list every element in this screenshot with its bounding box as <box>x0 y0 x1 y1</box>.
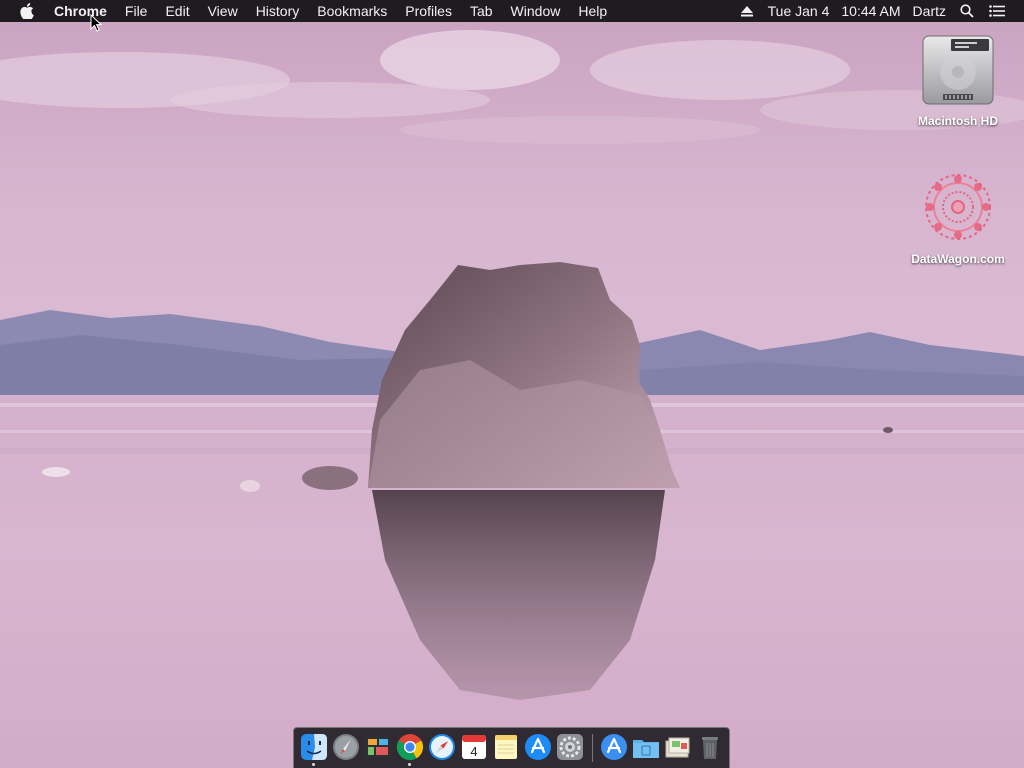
dock-item-trash[interactable] <box>696 733 724 761</box>
notes-icon <box>495 735 517 759</box>
downloads-stack-icon <box>665 737 690 758</box>
menu-user[interactable]: Dartz <box>907 0 952 22</box>
dock: 4 <box>293 727 730 768</box>
finder-icon <box>301 734 327 760</box>
desktop-icon-datawagon[interactable]: DataWagon.com <box>898 168 1018 266</box>
dock-item-applications[interactable] <box>600 733 628 761</box>
hard-drive-icon <box>919 30 997 108</box>
desktop-icon-macintosh-hd[interactable]: Macintosh HD <box>898 30 1018 128</box>
dock-item-calendar[interactable]: 4 <box>460 733 488 761</box>
menu-tab[interactable]: Tab <box>461 0 502 22</box>
running-indicator <box>312 763 315 766</box>
menu-bar: Chrome File Edit View History Bookmarks … <box>0 0 1024 22</box>
calendar-icon: 4 <box>462 735 486 759</box>
chrome-icon <box>396 734 424 761</box>
dock-item-safari[interactable] <box>428 733 456 761</box>
menu-history[interactable]: History <box>247 0 309 22</box>
dock-item-launchpad[interactable] <box>332 733 360 761</box>
apple-icon[interactable] <box>16 0 38 22</box>
safari-icon <box>429 734 455 760</box>
launchpad-icon <box>333 734 359 760</box>
menu-help[interactable]: Help <box>569 0 616 22</box>
dock-item-documents[interactable] <box>632 733 660 761</box>
desktop-icon-label: DataWagon.com <box>911 252 1005 266</box>
dock-item-chrome[interactable] <box>396 733 424 761</box>
menu-edit[interactable]: Edit <box>156 0 198 22</box>
spotlight-search-icon[interactable] <box>958 0 976 22</box>
dock-item-app-store[interactable] <box>524 733 552 761</box>
eject-icon[interactable] <box>738 0 756 22</box>
desktop-icon-label: Macintosh HD <box>917 114 998 128</box>
menu-bookmarks[interactable]: Bookmarks <box>308 0 396 22</box>
dock-item-finder[interactable] <box>300 733 328 761</box>
menu-profiles[interactable]: Profiles <box>396 0 461 22</box>
trash-icon <box>702 737 718 759</box>
mandala-icon <box>919 168 997 246</box>
dock-item-notes[interactable] <box>492 733 520 761</box>
mouse-pointer-icon <box>90 14 102 32</box>
menu-date[interactable]: Tue Jan 4 <box>762 0 836 22</box>
app-store-icon <box>525 734 551 760</box>
dock-separator <box>592 734 593 762</box>
dock-item-downloads[interactable] <box>664 733 692 761</box>
running-indicator <box>408 763 411 766</box>
dock-item-mission-control[interactable] <box>364 733 392 761</box>
menu-file[interactable]: File <box>116 0 157 22</box>
menu-time[interactable]: 10:44 AM <box>835 0 906 22</box>
menu-view[interactable]: View <box>199 0 247 22</box>
folder-icon <box>633 740 659 758</box>
mission-control-icon <box>365 736 391 758</box>
system-preferences-icon <box>557 734 583 760</box>
calendar-day: 4 <box>470 744 477 759</box>
notification-center-icon[interactable] <box>988 0 1006 22</box>
menu-window[interactable]: Window <box>502 0 570 22</box>
applications-folder-icon <box>601 734 627 760</box>
desktop-wallpaper <box>0 0 1024 768</box>
dock-item-system-preferences[interactable] <box>556 733 584 761</box>
menu-app-name[interactable]: Chrome <box>50 0 116 22</box>
